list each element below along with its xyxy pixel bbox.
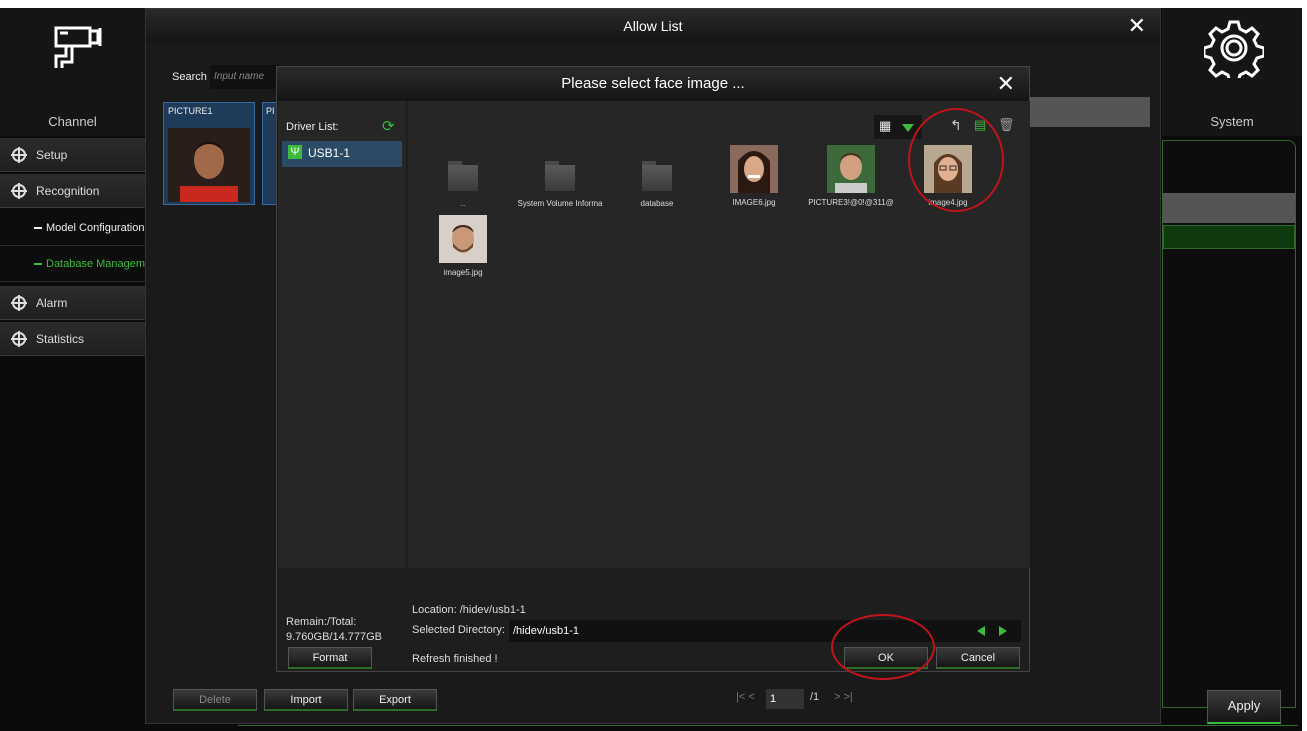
selected-directory-label: Selected Directory: [412, 624, 505, 636]
folder-icon [545, 161, 575, 191]
refresh-icon[interactable]: ⟳ [382, 117, 395, 135]
apply-button[interactable]: Apply [1207, 690, 1281, 724]
nav-bullet-icon [11, 294, 27, 311]
cancel-button[interactable]: Cancel [936, 647, 1020, 669]
system-tile[interactable]: System [1162, 8, 1302, 136]
close-icon[interactable]: ✕ [997, 73, 1015, 95]
file-name: System Volume Informa [517, 199, 603, 208]
dropdown-icon [902, 124, 914, 132]
camera-icon [54, 26, 102, 68]
face-thumbnail-man [827, 145, 875, 193]
nav-recognition[interactable]: Recognition [0, 174, 145, 208]
nav-setup[interactable]: Setup [0, 138, 145, 172]
location-text: Location: /hidev/usb1-1 [412, 604, 526, 616]
dash-icon [34, 227, 42, 229]
nav-model-configuration-label: Model Configuration [46, 221, 145, 234]
format-button[interactable]: Format [288, 647, 372, 669]
usb-icon: Ψ [288, 145, 302, 159]
file-item-database[interactable]: database [607, 151, 707, 208]
highlight-ellipse-image4 [908, 108, 1004, 212]
arrow-left-icon[interactable] [977, 626, 985, 636]
file-item-system-volume[interactable]: System Volume Informa [510, 151, 610, 208]
right-panel-row [1163, 193, 1295, 223]
file-item-picture3[interactable]: PICTURE3!@0!@311@ [801, 145, 901, 207]
file-name: image5.jpg [443, 268, 483, 277]
nav-database-management[interactable]: Database Management [0, 246, 145, 282]
file-item-parent[interactable]: .. [413, 151, 513, 208]
nav-alarm-label: Alarm [36, 295, 68, 310]
page-input[interactable]: 1 [766, 689, 804, 709]
face-photo-man [168, 128, 250, 202]
dialog-title: Please select face image ... [277, 67, 1029, 101]
file-name: IMAGE6.jpg [732, 198, 776, 207]
nav-setup-label: Setup [36, 147, 68, 162]
file-item-image6[interactable]: IMAGE6.jpg [704, 145, 804, 207]
face-card[interactable]: PICTURE1 [163, 102, 255, 205]
nav-model-configuration[interactable]: Model Configuration [0, 210, 145, 246]
nav-bullet-icon [11, 146, 27, 163]
file-name: .. [460, 199, 466, 208]
channel-label: Channel [48, 114, 97, 129]
folder-icon [448, 161, 478, 191]
nav-statistics[interactable]: Statistics [0, 322, 145, 356]
driver-item-usb[interactable]: Ψ USB1-1 [282, 141, 402, 167]
channel-tile[interactable]: Channel [0, 8, 145, 136]
file-name: PICTURE3!@0!@311@ [808, 198, 894, 207]
file-name: database [640, 199, 674, 208]
grid-view-icon: ▦ [879, 118, 892, 133]
pager-first-prev-icon[interactable]: |< < [736, 691, 755, 703]
remain-value: 9.760GB/14.777GB [286, 631, 383, 643]
dvr-screen: Channel Setup Recognition Model Configur… [0, 8, 1302, 731]
status-text: Refresh finished ! [412, 653, 498, 665]
face-card-name: PICTURE1 [168, 106, 213, 116]
delete-button[interactable]: Delete [173, 689, 257, 711]
nav-recognition-label: Recognition [36, 183, 100, 198]
highlight-ellipse-ok [831, 614, 935, 680]
dash-icon [34, 263, 42, 265]
close-icon[interactable]: ✕ [1128, 15, 1146, 37]
nav-alarm[interactable]: Alarm [0, 286, 145, 320]
gear-icon [1204, 20, 1264, 78]
driver-name: USB1-1 [308, 146, 351, 160]
nav-database-management-label: Database Management [46, 257, 145, 270]
right-panel [1162, 140, 1296, 708]
nav-statistics-label: Statistics [36, 331, 85, 346]
scroll-arrows [969, 620, 1021, 642]
search-label: Search [172, 71, 207, 83]
search-input[interactable]: Input name [210, 65, 280, 89]
pager-next-last-icon[interactable]: > >| [834, 691, 853, 703]
file-item-image5[interactable]: image5.jpg [413, 215, 513, 277]
face-card-name: PI [266, 106, 275, 116]
import-button[interactable]: Import [264, 689, 348, 711]
allow-list-title: Allow List [146, 9, 1160, 43]
nav-bullet-icon [11, 182, 27, 199]
page-total: /1 [810, 691, 820, 703]
face-thumbnail-woman [730, 145, 778, 193]
arrow-right-icon[interactable] [999, 626, 1007, 636]
trash-icon[interactable]: 🗑 [998, 117, 1015, 133]
folder-icon [642, 161, 672, 191]
export-button[interactable]: Export [353, 689, 437, 711]
right-panel-row-selected [1163, 225, 1295, 249]
remain-label: Remain:/Total: [286, 616, 357, 628]
system-label: System [1210, 114, 1254, 129]
nav-bullet-icon [11, 330, 27, 347]
driver-panel: Driver List: ⟳ Ψ USB1-1 [278, 101, 406, 568]
face-thumbnail-man-beard [439, 215, 487, 263]
driver-list-label: Driver List: [286, 121, 339, 133]
